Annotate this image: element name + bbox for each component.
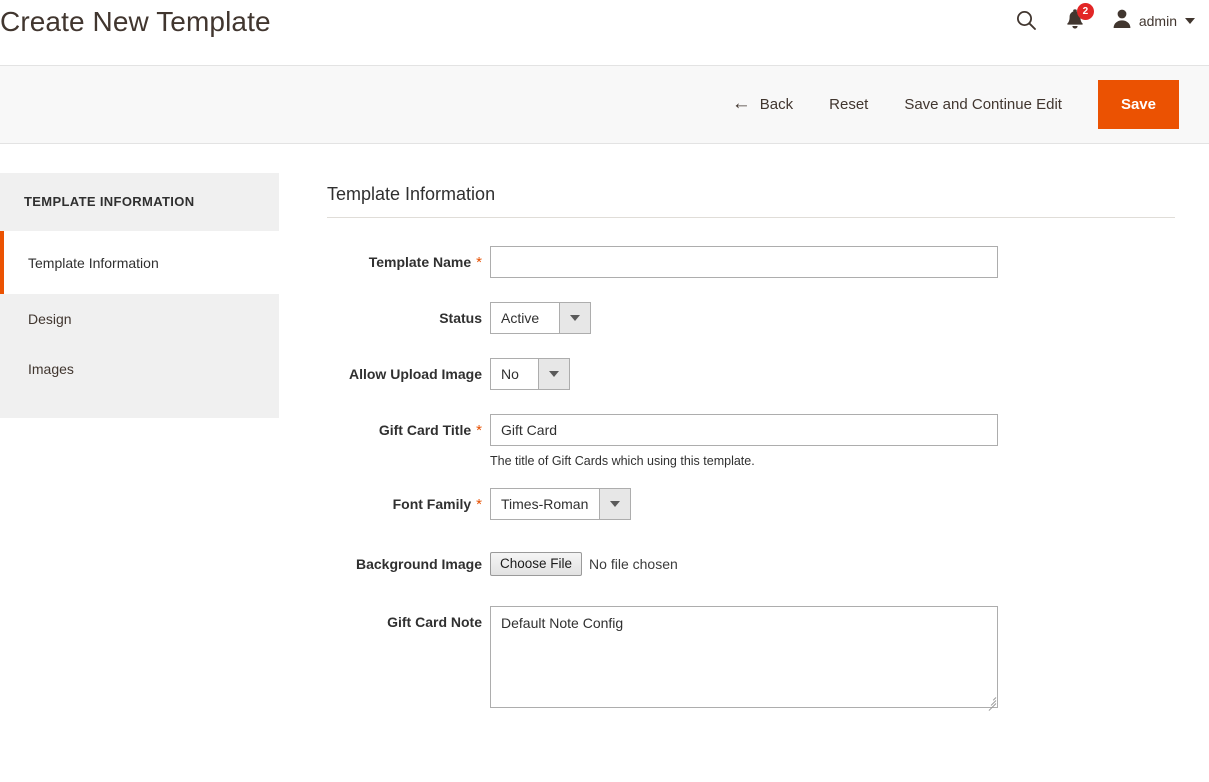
page-title: Create New Template xyxy=(0,6,271,37)
font-family-label: Font Family * xyxy=(327,488,490,513)
required-marker: * xyxy=(476,254,482,271)
gift-card-title-control: The title of Gift Cards which using this… xyxy=(490,414,1179,468)
sidebar-item-label: Images xyxy=(28,361,74,377)
back-button[interactable]: ← Back xyxy=(714,85,811,124)
allow-upload-image-select[interactable]: No xyxy=(490,358,570,390)
section-title: Template Information xyxy=(327,184,1175,218)
save-button[interactable]: Save xyxy=(1097,80,1179,129)
label-text: Background Image xyxy=(355,556,482,572)
bell-icon: 2 xyxy=(1063,3,1094,36)
field-row-gift-card-title: Gift Card Title* The title of Gift Cards… xyxy=(327,414,1179,468)
sidebar: TEMPLATE INFORMATION Template Informatio… xyxy=(0,144,279,418)
field-row-background-image: Background Image Choose File No file cho… xyxy=(327,548,1179,576)
field-row-allow-upload-image: Allow Upload Image No xyxy=(327,358,1179,390)
required-marker: * xyxy=(476,496,482,513)
gift-card-title-label: Gift Card Title * xyxy=(327,414,490,439)
chevron-down-icon xyxy=(538,359,569,389)
allow-upload-image-select-value: No xyxy=(491,359,538,389)
status-select-value: Active xyxy=(491,303,559,333)
font-family-select-value: Times-Roman xyxy=(491,489,599,519)
field-row-template-name: Template Name * xyxy=(327,246,1179,278)
field-row-status: Status Active xyxy=(327,302,1179,334)
background-image-control: Choose File No file chosen xyxy=(490,548,1179,576)
notifications-button[interactable]: 2 xyxy=(1062,3,1094,36)
required-marker: * xyxy=(476,422,482,439)
sidebar-item-label: Design xyxy=(28,311,72,327)
label-text: Gift Card Note xyxy=(387,614,482,630)
template-name-label: Template Name * xyxy=(327,246,490,271)
label-text: Template Name xyxy=(368,254,472,270)
sidebar-panel: TEMPLATE INFORMATION Template Informatio… xyxy=(0,173,279,418)
gift-card-note-textarea[interactable] xyxy=(490,606,998,708)
gift-card-note-label: Gift Card Note xyxy=(327,606,490,630)
page-header: Create New Template 2 admin xyxy=(0,0,1209,65)
template-name-input[interactable] xyxy=(490,246,998,278)
field-row-font-family: Font Family * Times-Roman xyxy=(327,488,1179,520)
main-content: TEMPLATE INFORMATION Template Informatio… xyxy=(0,144,1209,781)
font-family-select[interactable]: Times-Roman xyxy=(490,488,631,520)
status-select[interactable]: Active xyxy=(490,302,591,334)
file-status-text: No file chosen xyxy=(589,556,678,572)
notifications-badge: 2 xyxy=(1076,3,1094,20)
save-and-continue-edit-button[interactable]: Save and Continue Edit xyxy=(886,86,1080,123)
background-image-label: Background Image xyxy=(327,548,490,572)
search-button[interactable] xyxy=(1012,6,1040,36)
chevron-down-icon xyxy=(1185,18,1195,24)
sidebar-heading: TEMPLATE INFORMATION xyxy=(0,173,279,229)
background-image-file-input[interactable]: Choose File No file chosen xyxy=(490,548,1179,576)
status-label: Status xyxy=(327,302,490,326)
field-row-gift-card-note: Gift Card Note xyxy=(327,606,1179,713)
label-text: Font Family xyxy=(392,496,472,512)
chevron-down-icon xyxy=(559,303,590,333)
gift-card-title-input[interactable] xyxy=(490,414,998,446)
chevron-down-icon xyxy=(599,489,630,519)
sidebar-item-images[interactable]: Images xyxy=(0,344,279,394)
allow-upload-image-label: Allow Upload Image xyxy=(327,358,490,382)
status-control: Active xyxy=(490,302,1179,334)
label-text: Allow Upload Image xyxy=(348,366,482,382)
save-and-continue-edit-label: Save and Continue Edit xyxy=(904,96,1062,113)
arrow-left-icon: ← xyxy=(731,93,751,114)
user-icon xyxy=(1112,8,1132,34)
user-menu[interactable]: admin xyxy=(1112,8,1195,34)
gift-card-note-control xyxy=(490,606,1179,713)
gift-card-note-wrapper xyxy=(490,606,998,711)
form-panel: Template Information Template Name * Stat… xyxy=(279,144,1209,737)
sidebar-items: Template Information Design Images xyxy=(0,229,279,418)
font-family-control: Times-Roman xyxy=(490,488,1179,520)
label-text: Gift Card Title xyxy=(378,422,472,438)
search-icon xyxy=(1015,9,1037,34)
reset-button-label: Reset xyxy=(829,96,869,113)
gift-card-title-note: The title of Gift Cards which using this… xyxy=(490,454,755,468)
header-actions: 2 admin xyxy=(1012,3,1195,36)
label-text: Status xyxy=(439,310,482,326)
user-name: admin xyxy=(1138,13,1177,29)
sidebar-item-template-information[interactable]: Template Information xyxy=(0,231,279,294)
allow-upload-image-control: No xyxy=(490,358,1179,390)
template-name-control xyxy=(490,246,1179,278)
reset-button[interactable]: Reset xyxy=(811,86,886,123)
page-actions-toolbar: ← Back Reset Save and Continue Edit Save xyxy=(0,65,1209,144)
choose-file-button[interactable]: Choose File xyxy=(490,552,583,576)
sidebar-item-label: Template Information xyxy=(28,255,159,271)
back-button-label: Back xyxy=(759,96,794,113)
sidebar-item-design[interactable]: Design xyxy=(0,294,279,344)
